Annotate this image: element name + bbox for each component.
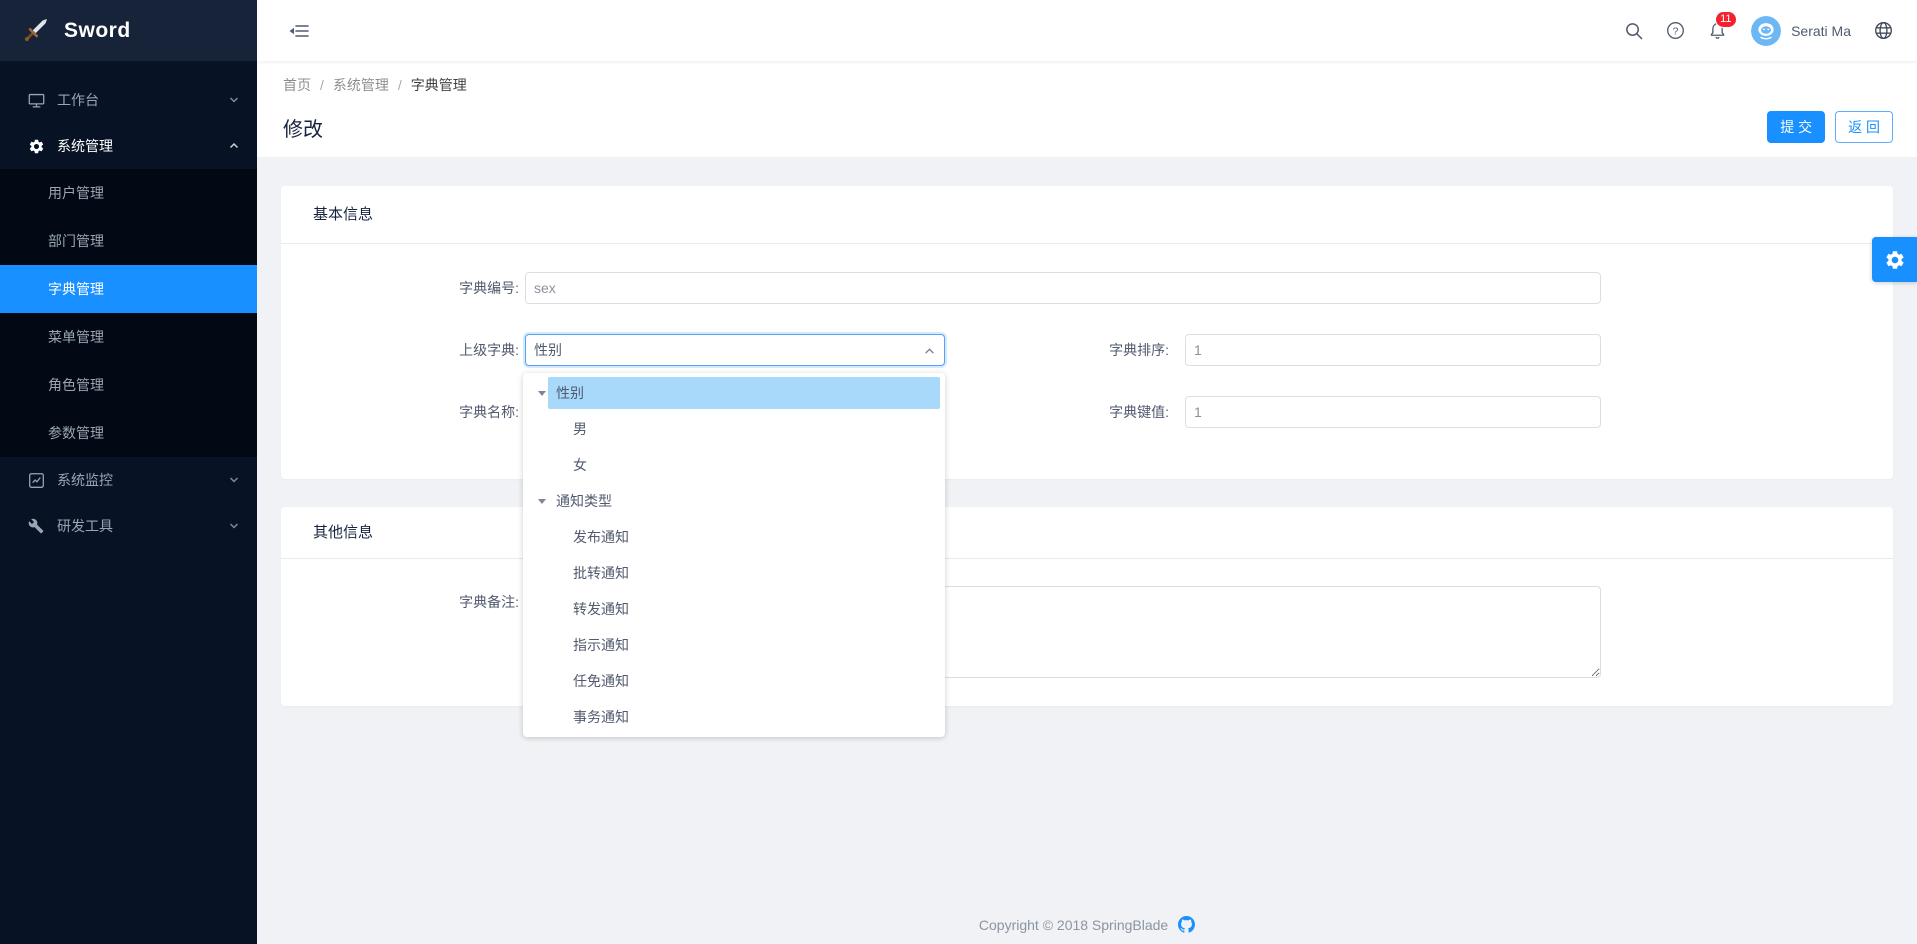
language-globe-icon[interactable] (1867, 15, 1899, 47)
copyright-text: Copyright © 2018 SpringBlade (979, 917, 1168, 933)
sidebar-item-dev-tools[interactable]: 研发工具 (0, 503, 257, 549)
notification-badge: 11 (1715, 11, 1736, 28)
logo[interactable]: Sword (0, 0, 257, 61)
svg-text:?: ? (1672, 26, 1678, 37)
field-row-parent-dict: 上级字典: 性别 字典排序: (281, 334, 1893, 366)
parent-dict-select-value: 性别 (534, 340, 562, 360)
sidebar-item-dept-management[interactable]: 部门管理 (0, 217, 257, 265)
sidebar-collapse-button[interactable] (283, 15, 315, 47)
gear-icon (1884, 249, 1906, 271)
dropdown-option-publish-notice[interactable]: 发布通知 (523, 519, 945, 555)
basic-info-title: 基本信息 (281, 186, 1893, 244)
app-title: Sword (64, 19, 131, 43)
parent-dict-label: 上级字典: (281, 334, 525, 366)
github-icon[interactable] (1178, 916, 1195, 936)
dict-sort-label: 字典排序: (945, 334, 1177, 366)
footer: Copyright © 2018 SpringBlade (257, 916, 1917, 936)
main-area: ? 11 (257, 0, 1917, 944)
breadcrumb: 首页/系统管理/字典管理 (283, 75, 1893, 95)
dropdown-option-forward-approval-notice[interactable]: 批转通知 (523, 555, 945, 591)
submit-button[interactable]: 提 交 (1767, 111, 1825, 143)
dropdown-option-instruction-notice[interactable]: 指示通知 (523, 627, 945, 663)
gear-icon (28, 138, 45, 155)
chevron-down-icon (229, 475, 239, 485)
chart-icon (28, 472, 45, 489)
topbar: ? 11 (257, 0, 1917, 61)
dropdown-option-appointment-notice[interactable]: 任免通知 (523, 663, 945, 699)
avatar[interactable] (1751, 16, 1781, 46)
dropdown-option-forward-notice[interactable]: 转发通知 (523, 591, 945, 627)
sidebar-item-param-management[interactable]: 参数管理 (0, 409, 257, 457)
sidebar-item-user-management[interactable]: 用户管理 (0, 169, 257, 217)
dict-code-input[interactable] (525, 272, 1601, 304)
dropdown-option-male[interactable]: 男 (523, 411, 945, 447)
theme-settings-button[interactable] (1872, 237, 1917, 282)
page-title: 修改 (283, 113, 1767, 142)
breadcrumb-current: 字典管理 (411, 77, 467, 93)
chevron-up-icon (924, 346, 935, 357)
caret-down-icon (538, 391, 546, 396)
sidebar-menu: 工作台 系统管理 用户管理 部门管理 字典管理 菜单管理 角色管理 (0, 61, 257, 549)
topbar-actions: ? 11 (1607, 15, 1899, 47)
breadcrumb-system[interactable]: 系统管理 (333, 77, 389, 93)
sidebar-item-label: 系统管理 (57, 136, 229, 156)
sidebar-item-system-monitor[interactable]: 系统监控 (0, 457, 257, 503)
sidebar-item-workbench[interactable]: 工作台 (0, 77, 257, 123)
app-root: Sword 工作台 系统管理 (0, 0, 1917, 944)
sidebar-item-label: 工作台 (57, 90, 229, 110)
dropdown-option-sex[interactable]: 性别 (523, 375, 945, 411)
breadcrumb-home[interactable]: 首页 (283, 77, 311, 93)
notifications-bell-icon[interactable]: 11 (1701, 15, 1733, 47)
sidebar-submenu-system: 用户管理 部门管理 字典管理 菜单管理 角色管理 参数管理 (0, 169, 257, 457)
sidebar-item-system-management[interactable]: 系统管理 (0, 123, 257, 169)
sidebar-item-dict-management[interactable]: 字典管理 (0, 265, 257, 313)
page-content: 基本信息 字典编号: 上级字典: 性别 字典 (257, 157, 1917, 706)
field-row-dict-code: 字典编号: (281, 272, 1893, 304)
sidebar-item-menu-management[interactable]: 菜单管理 (0, 313, 257, 361)
dict-key-input[interactable] (1185, 396, 1601, 428)
search-icon[interactable] (1617, 15, 1649, 47)
breadcrumb-separator: / (389, 77, 411, 93)
dict-code-label: 字典编号: (281, 272, 525, 304)
user-name[interactable]: Serati Ma (1791, 23, 1851, 39)
parent-dict-dropdown: 性别 男 女 通知类型 发布通知 批转通知 转发通知 指示通知 任免通知 事务通… (523, 373, 945, 737)
chevron-down-icon (229, 95, 239, 105)
breadcrumb-separator: / (311, 77, 333, 93)
chevron-up-icon (229, 141, 239, 151)
sidebar-item-label: 系统监控 (57, 470, 229, 490)
page-header: 首页/系统管理/字典管理 修改 提 交 返 回 (257, 61, 1917, 157)
sidebar: Sword 工作台 系统管理 (0, 0, 257, 944)
help-icon[interactable]: ? (1659, 15, 1691, 47)
dict-remark-label: 字典备注: (281, 586, 525, 618)
wrench-icon (28, 518, 45, 535)
dropdown-option-notice-type[interactable]: 通知类型 (523, 483, 945, 519)
sword-logo-icon (20, 16, 50, 46)
dict-name-label: 字典名称: (281, 396, 525, 428)
dict-key-label: 字典键值: (945, 396, 1177, 428)
dropdown-option-female[interactable]: 女 (523, 447, 945, 483)
caret-down-icon (538, 499, 546, 504)
chevron-down-icon (229, 521, 239, 531)
sidebar-item-label: 研发工具 (57, 516, 229, 536)
parent-dict-select[interactable]: 性别 (525, 334, 945, 366)
dropdown-option-transaction-notice[interactable]: 事务通知 (523, 699, 945, 735)
sidebar-item-role-management[interactable]: 角色管理 (0, 361, 257, 409)
dict-sort-input[interactable] (1185, 334, 1601, 366)
back-button[interactable]: 返 回 (1835, 111, 1893, 143)
desktop-icon (28, 92, 45, 109)
